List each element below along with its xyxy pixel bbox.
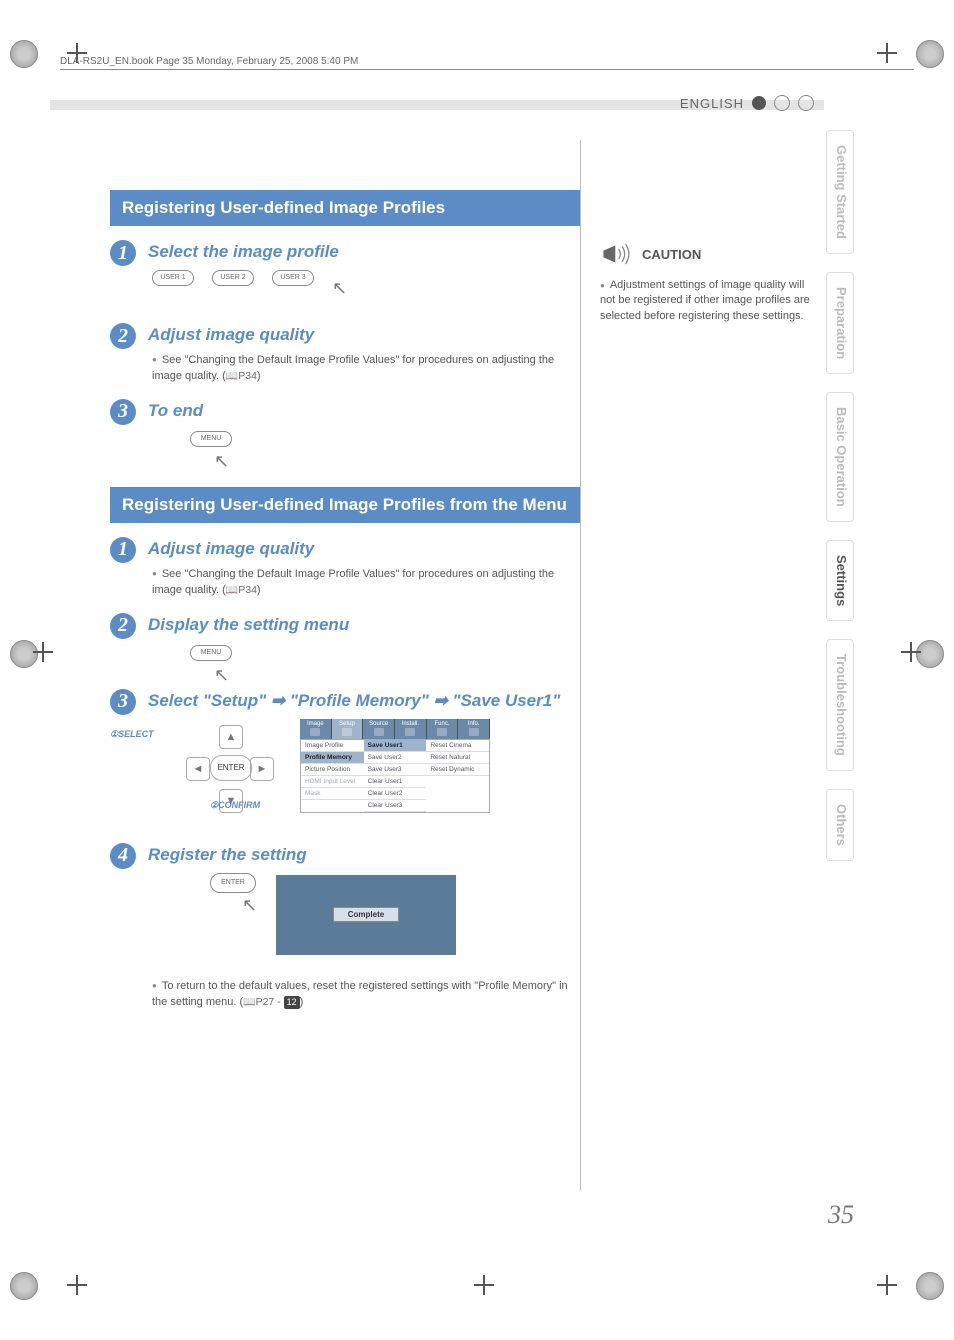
step-number-icon: 3 [110,689,136,715]
osd-item: Clear User2 [364,788,427,800]
column-divider [580,140,581,1190]
tab-getting-started: Getting Started [826,130,854,254]
osd-item-highlighted: Profile Memory [301,752,364,764]
osd-item: Save User2 [364,752,427,764]
register-mark-icon [916,40,944,68]
step-b3: 3 Select "Setup" ➡ "Profile Memory" ➡ "S… [110,689,580,715]
dpad-select-label: SELECT [118,729,154,739]
step-title: Display the setting menu [148,613,349,635]
user3-button: USER 3 [272,270,314,286]
step-number-icon: 1 [110,240,136,266]
language-indicator: ENGLISH [680,95,814,111]
osd-tab: Info. [458,719,490,739]
language-dot-inactive [798,95,814,111]
dpad-up: ▲ [219,725,243,749]
osd-item: Clear User3 [364,800,427,812]
step-title: Select the image profile [148,240,339,262]
osd-tab: Source [363,719,395,739]
osd-tab: Install. [395,719,427,739]
crop-mark-icon [477,1278,491,1292]
step-title: Select "Setup" ➡ "Profile Memory" ➡ "Sav… [148,689,560,711]
language-dot-active [752,96,766,110]
step-b4-note: To return to the default values, reset t… [152,979,580,1011]
osd-item-disabled: HDMI Input Level [301,776,364,788]
user2-button: USER 2 [212,270,254,286]
crop-mark-icon [36,645,50,659]
register-mark-icon [10,1272,38,1300]
step-a2: 2 Adjust image quality [110,323,580,349]
language-label: ENGLISH [680,96,744,111]
page-number: 35 [828,1200,854,1230]
step-number-icon: 3 [110,399,136,425]
section-tabs: Getting Started Preparation Basic Operat… [826,130,854,861]
user-buttons-row: USER 1 USER 2 USER 3 ↖ [152,270,580,299]
enter-button: ENTER [210,873,256,893]
step-number-icon: 2 [110,613,136,639]
osd-item: Reset Dynamic [426,764,489,776]
step-number-icon: 4 [110,843,136,869]
tab-settings: Settings [826,540,854,621]
osd-item: Image Profile [301,740,364,752]
caution-header: CAUTION [600,240,810,268]
register-mark-icon [916,1272,944,1300]
step-a2-body: See "Changing the Default Image Profile … [152,353,580,385]
crop-mark-icon [904,645,918,659]
tab-basic-operation: Basic Operation [826,392,854,522]
step-a1: 1 Select the image profile [110,240,580,266]
osd-item: Picture Position [301,764,364,776]
tab-troubleshooting: Troubleshooting [826,639,854,771]
tab-preparation: Preparation [826,272,854,374]
osd-tab: Image [300,719,332,739]
register-mark-icon [10,640,38,668]
step-title: Adjust image quality [148,323,314,345]
press-cursor-icon: ↖ [214,451,229,472]
crop-mark-icon [880,1278,894,1292]
step-title: To end [148,399,203,421]
dpad-left: ◄ [186,757,210,781]
section-banner-a: Registering User-defined Image Profiles [110,190,580,226]
press-cursor-icon: ↖ [242,895,257,916]
register-mark-icon [10,40,38,68]
osd-item: Save User3 [364,764,427,776]
press-cursor-icon: ↖ [332,278,347,299]
user1-button: USER 1 [152,270,194,286]
menu-button-b: MENU ↖ [190,645,232,661]
step-number-icon: 2 [110,323,136,349]
complete-label: Complete [333,907,399,922]
dpad-right: ► [250,757,274,781]
osd-item-disabled: Mask [301,788,364,800]
step-b1-body: See "Changing the Default Image Profile … [152,567,580,599]
tab-others: Others [826,789,854,861]
megaphone-icon [600,240,634,268]
step-title: Register the setting [148,843,307,865]
step-number-icon: 1 [110,537,136,563]
osd-item: Clear User1 [364,776,427,788]
crop-mark-icon [70,1278,84,1292]
register-mark-icon [916,640,944,668]
dpad-enter: ENTER [210,755,252,781]
caution-label: CAUTION [642,247,701,262]
osd-tab-selected: Setup [332,719,364,739]
menu-button-a: MENU ↖ [190,431,232,447]
osd-tab: Func. [427,719,459,739]
osd-item: Reset Natural [426,752,489,764]
dpad-confirm-label: CONFIRM [218,800,260,810]
osd-menu-preview: Image Setup Source Install. Func. Info. … [300,719,490,813]
step-title: Adjust image quality [148,537,314,559]
file-header: DLA-RS2U_EN.book Page 35 Monday, Februar… [60,56,914,70]
step-a3: 3 To end [110,399,580,425]
language-dot-inactive [774,95,790,111]
caution-text: Adjustment settings of image quality wil… [600,278,810,324]
section-banner-b: Registering User-defined Image Profiles … [110,487,580,523]
osd-item-highlighted: Save User1 [364,740,427,752]
osd-item: Reset Cinema [426,740,489,752]
press-cursor-icon: ↖ [214,665,229,686]
step-b2: 2 Display the setting menu [110,613,580,639]
step-b4: 4 Register the setting [110,843,580,869]
step-b1: 1 Adjust image quality [110,537,580,563]
osd-complete-dialog: Complete [276,875,456,955]
